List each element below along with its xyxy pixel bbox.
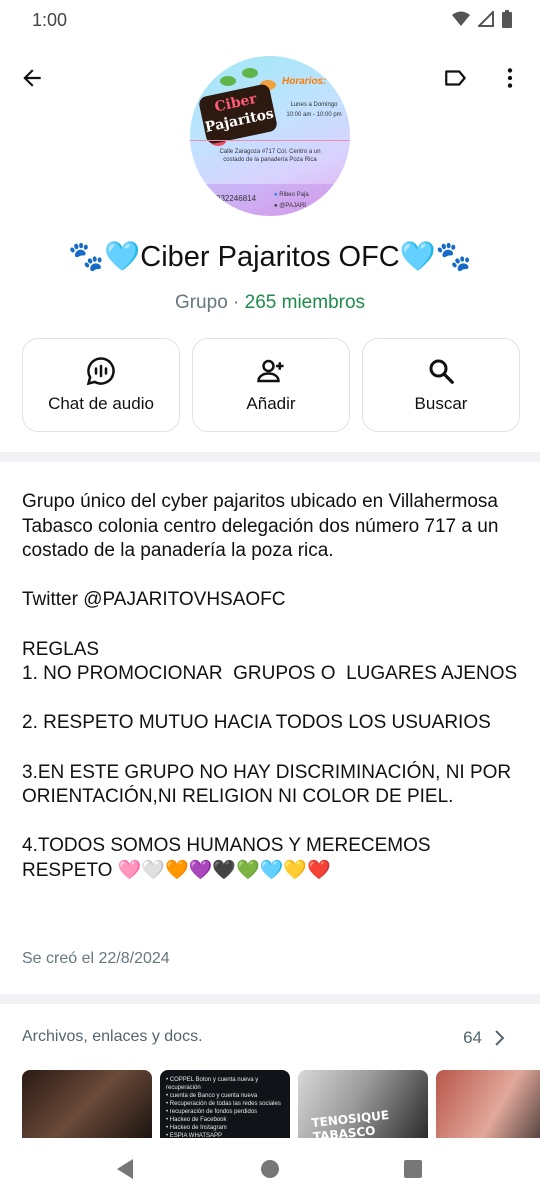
facebook-text: Ribeo Paja (279, 192, 309, 198)
group-avatar[interactable]: Ciber Pajaritos Horarios: Lunes a Doming… (190, 56, 350, 216)
avatar-address: Calle Zaragoza #717 Col. Centro a un cos… (219, 149, 321, 163)
battery-icon (502, 10, 512, 28)
media-files-count: 64 (463, 1028, 482, 1047)
chevron-right-icon[interactable] (490, 1026, 510, 1050)
thumbnail-text: • COPPEL Boton y cuenta nueva y recupera… (166, 1077, 281, 1138)
triangle-back-icon (117, 1159, 133, 1179)
system-nav-bar (0, 1138, 540, 1200)
media-files-title: Archivos, enlaces y docs. (22, 1028, 203, 1045)
audio-chat-label: Chat de audio (48, 394, 154, 413)
avatar-phone: 932246814 (216, 194, 257, 203)
hours-days: Lunes a Domingo (290, 102, 338, 108)
avatar-socials: ● Ribeo Paja ● @PAJARI (274, 190, 309, 212)
arrow-back-icon (23, 69, 41, 87)
status-time: 1:00 (32, 10, 68, 30)
nav-home-button[interactable] (255, 1154, 285, 1184)
square-recents-icon (404, 1160, 422, 1178)
wifi-icon (452, 11, 470, 26)
hours-time: 10:00 am - 10:00 pm (286, 112, 342, 118)
group-description[interactable]: Grupo único del cyber pajaritos ubicado … (22, 490, 522, 884)
avatar-divider (190, 140, 350, 141)
circle-home-icon (261, 1160, 279, 1178)
more-options-button[interactable] (492, 60, 528, 96)
group-subtitle: Grupo · 265 miembros (0, 292, 540, 314)
nav-back-button[interactable] (110, 1154, 140, 1184)
add-member-label: Añadir (246, 394, 296, 413)
more-vert-icon (507, 68, 513, 88)
audio-chat-icon (86, 357, 115, 386)
group-header: Ciber Pajaritos Horarios: Lunes a Doming… (0, 44, 540, 452)
search-icon (429, 359, 454, 384)
media-thumbnail[interactable] (436, 1070, 540, 1138)
avatar-brand-logo: Ciber Pajaritos (197, 83, 279, 145)
member-count-link[interactable]: 265 miembros (245, 292, 365, 313)
search-button[interactable]: Buscar (362, 338, 520, 432)
status-icons (452, 10, 512, 28)
group-description-card: Grupo único del cyber pajaritos ubicado … (0, 462, 540, 994)
back-button[interactable] (14, 60, 50, 96)
avatar-bottom-band (190, 184, 350, 216)
thumbnail-caption: TENOSIQUE TABASCO (310, 1107, 390, 1138)
hours-details: Lunes a Domingo 10:00 am - 10:00 pm (284, 100, 344, 120)
media-thumbnail[interactable]: TENOSIQUE TABASCO (298, 1070, 428, 1138)
x-icon: ● (274, 203, 278, 209)
status-bar: 1:00 (0, 0, 540, 44)
facebook-handle: ● Ribeo Paja (274, 190, 309, 201)
leaf-decoration (220, 76, 236, 86)
x-text: @PAJARI (279, 203, 306, 209)
search-label: Buscar (414, 394, 468, 413)
signal-icon (478, 11, 494, 27)
label-button[interactable] (438, 60, 474, 96)
group-title: 🐾🩵Ciber Pajaritos OFC🩵🐾 (68, 241, 472, 273)
facebook-icon: ● (274, 192, 278, 198)
hours-title: Horarios: (282, 76, 327, 87)
nav-recents-button[interactable] (398, 1154, 428, 1184)
add-member-button[interactable]: Añadir (192, 338, 350, 432)
created-date: Se creó el 22/8/2024 (22, 950, 170, 967)
x-handle: ● @PAJARI (274, 201, 309, 212)
media-files-section[interactable]: Archivos, enlaces y docs. 64 • COPPEL Bo… (0, 1004, 540, 1138)
media-thumbnail[interactable] (22, 1070, 152, 1138)
label-icon (445, 70, 466, 86)
action-buttons: Chat de audio Añadir Buscar (22, 338, 520, 432)
leaf-decoration (242, 68, 258, 78)
media-thumbnail[interactable]: • COPPEL Boton y cuenta nueva y recupera… (160, 1070, 290, 1138)
media-thumbnails: • COPPEL Boton y cuenta nueva y recupera… (22, 1070, 540, 1138)
group-type: Grupo · (174, 292, 245, 313)
audio-chat-button[interactable]: Chat de audio (22, 338, 180, 432)
add-person-icon (257, 359, 284, 383)
